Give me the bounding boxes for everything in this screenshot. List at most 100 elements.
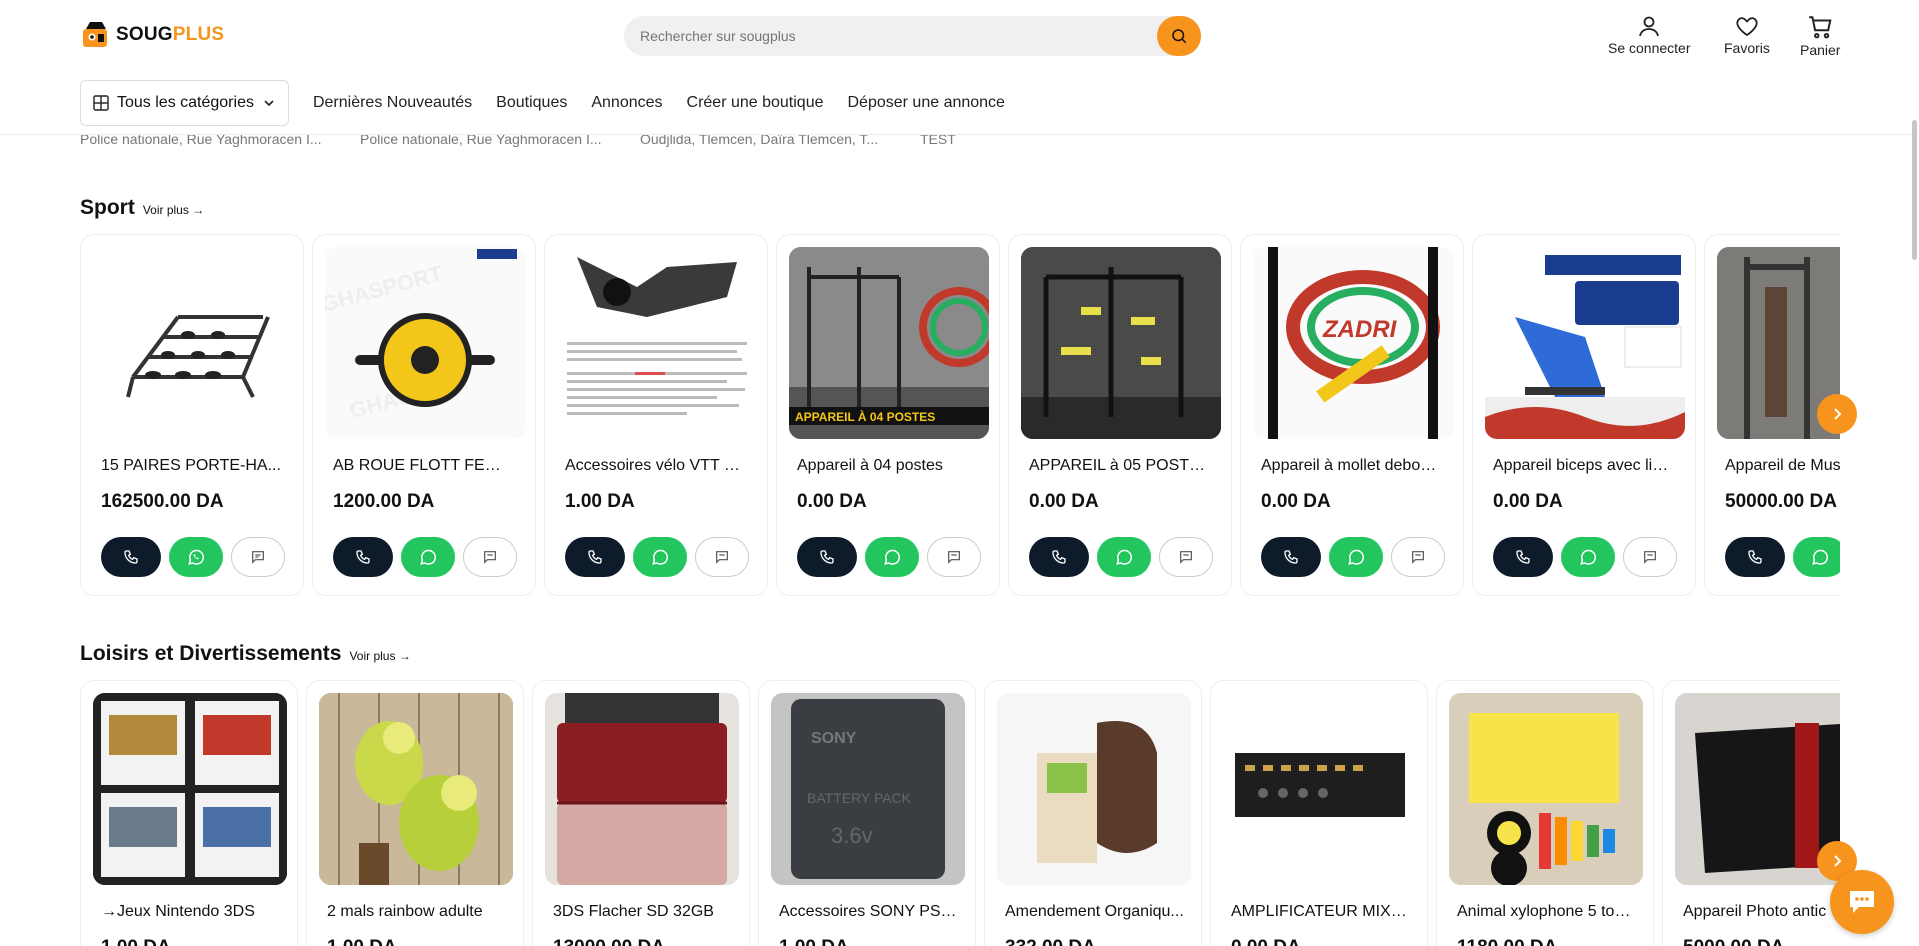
nav-link-post-ad[interactable]: Déposer une annonce [848,94,1005,112]
product-price: 0.00 DA [1493,491,1563,512]
whatsapp-button[interactable] [633,537,687,577]
section-title: Sport [80,196,135,219]
chevron-right-icon [1834,408,1842,420]
favorites-label: Favoris [1724,40,1770,56]
logo[interactable]: SOUGPLUS [80,20,224,50]
whatsapp-icon [652,549,669,565]
whatsapp-button[interactable] [401,537,455,577]
product-card[interactable]: AMPLIFICATEUR MIXE... 0.00 DA [1210,680,1428,946]
product-price: 0.00 DA [1029,491,1099,512]
product-price: 0.00 DA [1231,937,1301,946]
nav-link-ads[interactable]: Annonces [591,94,662,112]
product-name: Appareil à 04 postes [797,457,943,474]
product-image: GHASPORT GHASPORT [325,247,525,439]
message-button[interactable] [1623,537,1677,577]
nav-link-latest[interactable]: Dernières Nouveautés [313,94,472,112]
whatsapp-button[interactable] [1329,537,1383,577]
product-card[interactable]: Animal xylophone 5 touc... 1180.00 DA [1436,680,1654,946]
search-bar [624,16,1201,56]
search-input[interactable] [640,16,1140,56]
call-button[interactable] [1261,537,1321,577]
product-price: 1200.00 DA [333,491,435,512]
whatsapp-button[interactable] [865,537,919,577]
svg-text:BATTERY PACK: BATTERY PACK [807,790,912,806]
product-card[interactable]: Accessoires vélo VTT et... 1.00 DA [544,234,768,596]
product-card[interactable]: 2 mals rainbow adulte 1.00 DA [306,680,524,946]
message-button[interactable] [231,537,285,577]
message-button[interactable] [1159,537,1213,577]
product-price: 1180.00 DA [1457,937,1557,946]
product-name: Appareil à mollet debout... [1261,457,1441,474]
product-image [997,693,1191,885]
product-card[interactable]: 15 PAIRES PORTE-HA... 162500.00 DA [80,234,304,596]
svg-text:SONY: SONY [811,730,857,747]
product-image [1675,693,1840,885]
message-button[interactable] [927,537,981,577]
whatsapp-button[interactable] [1793,537,1840,577]
product-card[interactable]: Amendement Organiqu... 332.00 DA [984,680,1202,946]
cart-label: Panier [1800,42,1841,58]
section-header-leisure: Loisirs et Divertissements Voir plus → [80,642,411,666]
favorites-button[interactable]: Favoris [1724,14,1770,56]
svg-text:ZADRI: ZADRI [1322,316,1398,343]
product-card[interactable]: APPAREIL À 04 POSTES Appareil à 04 poste… [776,234,1000,596]
whatsapp-button[interactable] [1561,537,1615,577]
nav-link-create-shop[interactable]: Créer une boutique [687,94,824,112]
call-button[interactable] [797,537,857,577]
svg-text:3.6v: 3.6v [831,823,873,848]
product-price: 13000.00 DA [553,937,665,946]
phone-icon [1516,550,1530,564]
call-button[interactable] [333,537,393,577]
whatsapp-button[interactable] [1097,537,1151,577]
cart-button[interactable]: Panier [1800,14,1840,58]
product-card[interactable]: Appareil Photo antic 5000.00 DA [1662,680,1840,946]
whatsapp-button[interactable] [169,537,223,577]
product-price: 332.00 DA [1005,937,1096,946]
phone-icon [1748,550,1762,564]
phone-icon [124,550,138,564]
message-button[interactable] [463,537,517,577]
product-name: Appareil de Musc [1725,457,1840,474]
page-scrollbar[interactable] [1912,120,1917,260]
login-button[interactable]: Se connecter [1608,14,1691,56]
product-name: APPAREIL à 05 POSTES [1029,457,1209,474]
product-card[interactable]: Appareil biceps avec lingot 0.00 DA [1472,234,1696,596]
product-card[interactable]: APPAREIL à 05 POSTES 0.00 DA [1008,234,1232,596]
product-card[interactable]: →Jeux Nintendo 3DS 1.00 DA [80,680,298,946]
product-image [1021,247,1221,439]
product-name: Accessoires SONY PSP... [779,903,959,920]
chat-fab-button[interactable] [1830,870,1894,934]
login-label: Se connecter [1608,40,1691,56]
section-header-sport: Sport Voir plus → [80,196,204,220]
categories-dropdown[interactable]: Tous les catégories [80,80,289,126]
nav-link-shops[interactable]: Boutiques [496,94,567,112]
product-image: APPAREIL À 04 POSTES [789,247,989,439]
product-image [93,693,287,885]
product-carousel-sport: 15 PAIRES PORTE-HA... 162500.00 DA GHASP… [80,234,1840,596]
whatsapp-icon [1348,549,1365,565]
product-name: AB ROUE FLOTT FEW-... [333,457,513,474]
call-button[interactable] [1029,537,1089,577]
phone-icon [356,550,370,564]
product-card[interactable]: SONY BATTERY PACK 3.6v Accessoires SONY … [758,680,976,946]
product-price: 162500.00 DA [101,491,224,512]
carousel-next-button[interactable] [1817,394,1857,434]
message-button[interactable] [695,537,749,577]
chevron-right-icon [1834,855,1842,867]
product-card[interactable]: 3DS Flacher SD 32GB 13000.00 DA [532,680,750,946]
see-more-link[interactable]: Voir plus → [143,203,204,217]
see-more-link[interactable]: Voir plus → [349,649,410,663]
grid-icon [93,95,109,111]
call-button[interactable] [1725,537,1785,577]
product-image [1449,693,1643,885]
product-card[interactable]: ZADRI Appareil à mollet debout... 0.00 D… [1240,234,1464,596]
call-button[interactable] [101,537,161,577]
search-button[interactable] [1157,16,1201,56]
call-button[interactable] [565,537,625,577]
product-card[interactable]: GHASPORT GHASPORT AB ROUE FLOTT FEW-... … [312,234,536,596]
message-button[interactable] [1391,537,1445,577]
product-name: 3DS Flacher SD 32GB [553,903,714,920]
call-button[interactable] [1493,537,1553,577]
product-image [1223,693,1417,885]
chat-bubble-icon [1850,891,1874,913]
